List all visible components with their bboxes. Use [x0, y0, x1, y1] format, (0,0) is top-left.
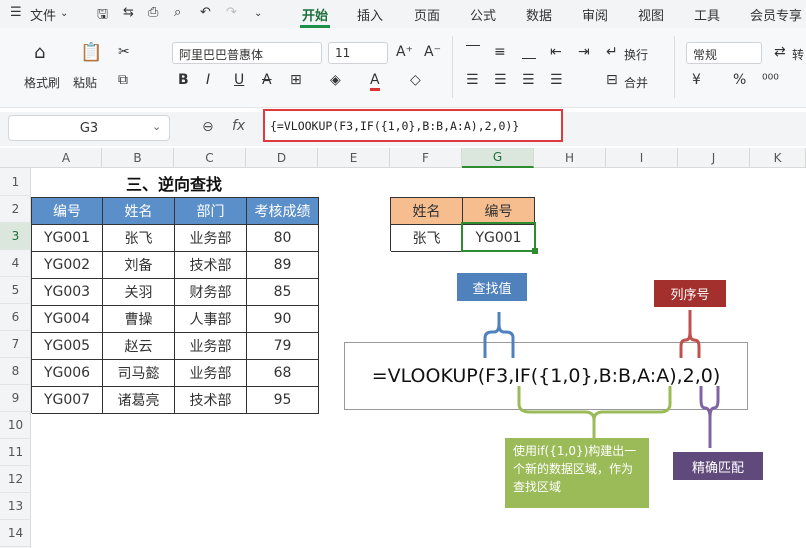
lookup-value-bracket: [483, 312, 515, 358]
bracket-overlay: [483, 310, 720, 448]
exact-match-bracket: [699, 386, 720, 448]
column-index-bracket: [679, 310, 701, 358]
if-range-bracket: [517, 386, 672, 438]
